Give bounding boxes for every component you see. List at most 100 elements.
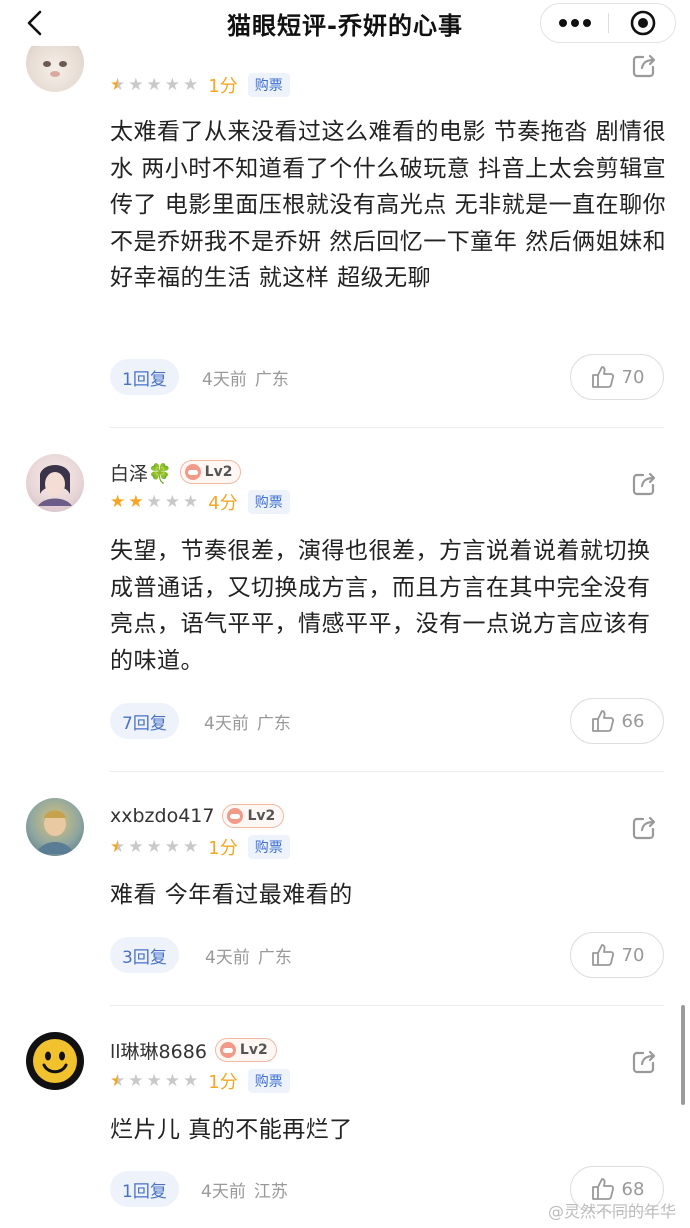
star-icon: ★ — [183, 74, 199, 95]
star-icon: ★ — [164, 74, 180, 95]
thumbs-up-icon — [591, 710, 614, 732]
star-rating: ★ ★ ★ ★ ★ — [110, 74, 199, 95]
thumbs-up-icon — [591, 944, 614, 966]
like-button[interactable]: 70 — [570, 354, 664, 400]
like-count: 66 — [621, 710, 645, 732]
reply-button[interactable]: 3回复 — [110, 937, 179, 973]
like-button[interactable]: 66 — [570, 698, 664, 744]
divider — [110, 427, 664, 428]
ticket-tag: 购票 — [247, 73, 290, 97]
score: 1分 — [208, 838, 238, 859]
like-count: 70 — [621, 944, 645, 966]
comment-meta: 4天前 广东 — [202, 359, 289, 395]
ticket-tag: 购票 — [247, 1069, 290, 1093]
share-button[interactable] — [630, 470, 658, 498]
reply-button[interactable]: 1回复 — [110, 1171, 179, 1207]
rating-row: ★ ★ ★ ★ ★ 1分 购票 — [110, 834, 290, 860]
watermark: @灵然不同的年华 — [547, 1202, 676, 1221]
comment-meta: 4天前 广东 — [204, 703, 291, 739]
username[interactable]: xxbzdo417 — [110, 805, 214, 827]
star-icon: ★ — [164, 1070, 180, 1091]
star-icon: ★ — [183, 836, 199, 857]
comment-meta: 4天前 广东 — [205, 937, 292, 973]
level-face-icon — [219, 1042, 236, 1058]
star-icon: ★ — [128, 491, 144, 512]
level-badge: Lv2 — [222, 804, 285, 828]
username[interactable]: ll琳琳8686 — [110, 1037, 207, 1064]
username-row: xxbzdo417 Lv2 — [110, 803, 285, 829]
post-time: 4天前 — [202, 369, 247, 390]
comment-meta: 4天前 江苏 — [201, 1171, 288, 1207]
star-icon: ★ — [164, 836, 180, 857]
star-icon: ★ — [128, 836, 144, 857]
star-rating: ★ ★ ★ ★ ★ — [110, 491, 199, 512]
comment-text: 烂片儿 真的不能再烂了 — [110, 1117, 353, 1143]
rating-row: ★ ★ ★ ★ ★ 1分 购票 — [110, 72, 290, 98]
share-button[interactable] — [630, 814, 658, 842]
more-button[interactable] — [541, 4, 608, 42]
scrollbar[interactable] — [681, 1005, 685, 1105]
star-icon: ★ — [110, 491, 126, 512]
star-icon: ★ — [146, 1070, 162, 1091]
ticket-tag: 购票 — [247, 835, 290, 859]
level-face-icon — [227, 808, 244, 824]
share-icon — [632, 1050, 656, 1074]
comment-text: 太难看了从来没看过这么难看的电影 节奏拖沓 剧情很水 两小时不知道看了个什么破玩… — [110, 119, 667, 291]
share-button[interactable] — [630, 1048, 658, 1076]
share-button[interactable] — [630, 52, 658, 80]
rating-row: ★ ★ ★ ★ ★ 4分 购票 — [110, 489, 290, 515]
navigation-bar: 猫眼短评-乔妍的心事 — [0, 0, 690, 46]
target-icon — [630, 10, 655, 36]
star-icon: ★ — [183, 1070, 199, 1091]
avatar[interactable] — [26, 1032, 84, 1090]
reply-button[interactable]: 7回复 — [110, 703, 179, 739]
star-icon: ★ — [110, 1070, 126, 1091]
level-face-icon — [184, 464, 201, 480]
score: 1分 — [208, 1072, 238, 1093]
score: 4分 — [208, 493, 238, 514]
reply-button[interactable]: 1回复 — [110, 359, 179, 395]
star-icon: ★ — [110, 74, 126, 95]
share-icon — [632, 472, 656, 496]
comment-text: 难看 今年看过最难看的 — [110, 882, 353, 908]
star-icon: ★ — [146, 491, 162, 512]
star-icon: ★ — [128, 1070, 144, 1091]
like-count: 70 — [621, 366, 645, 388]
mini-program-capsule — [540, 3, 676, 43]
divider — [110, 771, 664, 772]
star-icon: ★ — [146, 836, 162, 857]
star-rating: ★ ★ ★ ★ ★ — [110, 836, 199, 857]
post-location: 江苏 — [253, 1181, 288, 1202]
post-location: 广东 — [254, 369, 289, 390]
post-time: 4天前 — [205, 947, 250, 968]
like-button[interactable]: 70 — [570, 932, 664, 978]
smiley-icon — [33, 1039, 77, 1083]
post-time: 4天前 — [204, 713, 249, 734]
divider — [110, 1005, 664, 1006]
star-icon: ★ — [183, 491, 199, 512]
star-icon: ★ — [164, 491, 180, 512]
ticket-tag: 购票 — [247, 490, 290, 514]
post-location: 广东 — [257, 947, 292, 968]
share-icon — [632, 54, 656, 78]
username[interactable]: 白泽🍀 — [110, 459, 172, 486]
star-icon: ★ — [110, 836, 126, 857]
avatar[interactable] — [26, 454, 84, 512]
username-row: ll琳琳8686 Lv2 — [110, 1037, 277, 1063]
star-rating: ★ ★ ★ ★ ★ — [110, 1070, 199, 1091]
username-row — [110, 47, 118, 73]
comment-text: 失望，节奏很差，演得也很差，方言说着说着就切换成普通话，又切换成方言，而且方言在… — [110, 538, 651, 674]
rating-row: ★ ★ ★ ★ ★ 1分 购票 — [110, 1068, 290, 1094]
post-location: 广东 — [256, 713, 291, 734]
avatar[interactable] — [26, 798, 84, 856]
thumbs-up-icon — [591, 366, 614, 388]
close-miniprogram-button[interactable] — [609, 4, 676, 42]
more-dots-icon — [558, 19, 591, 27]
star-icon: ★ — [128, 74, 144, 95]
level-badge: Lv2 — [179, 460, 242, 484]
share-icon — [632, 816, 656, 840]
like-count: 68 — [621, 1178, 645, 1200]
score: 1分 — [208, 76, 238, 97]
level-badge: Lv2 — [214, 1038, 277, 1062]
star-icon: ★ — [146, 74, 162, 95]
